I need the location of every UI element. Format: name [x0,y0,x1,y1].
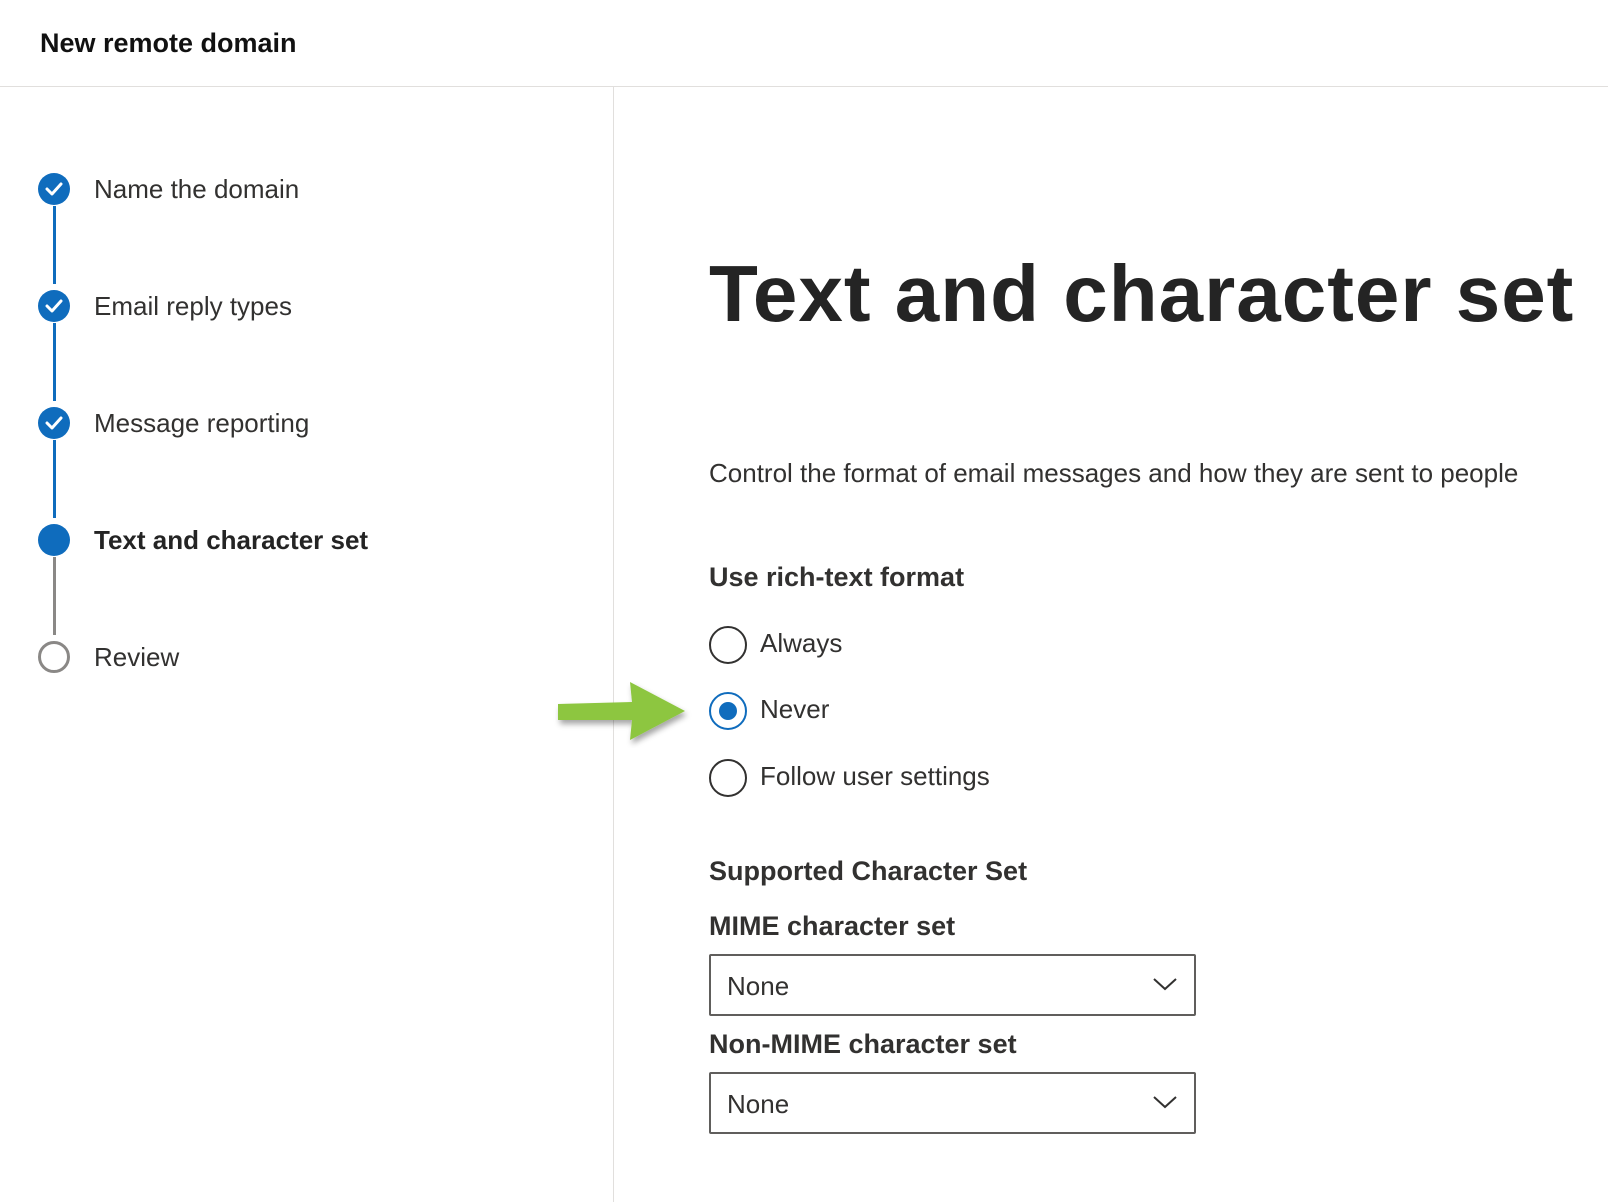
step-label: Email reply types [94,291,292,321]
radio-button[interactable] [709,626,747,664]
non-mime-charset-label: Non-MIME character set [709,1029,1017,1059]
step-connector [53,206,56,284]
panel-header: New remote domain [0,0,1608,87]
page-title: Text and character set [709,249,1575,338]
step-connector [53,440,56,518]
step-label: Review [94,642,180,672]
checkmark-icon [38,290,70,322]
current-step-indicator [38,524,70,556]
supported-charset-label: Supported Character Set [709,856,1028,886]
pending-step-indicator [38,641,70,673]
mime-charset-dropdown[interactable]: None [709,954,1196,1016]
radio-label: Always [760,628,843,658]
step-label: Text and character set [94,525,369,555]
chevron-down-icon [1153,978,1177,991]
step-label: Message reporting [94,408,310,438]
step-label: Name the domain [94,174,300,204]
step-connector [53,557,56,635]
rich-text-format-label: Use rich-text format [709,562,965,592]
panel-title: New remote domain [40,28,297,58]
non-mime-charset-dropdown[interactable]: None [709,1072,1196,1134]
mime-charset-label: MIME character set [709,911,956,941]
dropdown-value: None [727,971,790,1001]
radio-label: Never [760,694,830,724]
wizard-steps-panel [0,87,614,1202]
checkmark-icon [38,407,70,439]
radio-button[interactable] [709,692,747,730]
radio-button[interactable] [709,759,747,797]
green-arrow-icon [558,682,685,740]
page-description: Control the format of email messages and… [709,458,1519,488]
radio-selected-dot [719,702,737,720]
dropdown-value: None [727,1089,790,1119]
radio-label: Follow user settings [760,761,990,791]
step-connector [53,323,56,401]
checkmark-icon [38,173,70,205]
chevron-down-icon [1153,1096,1177,1109]
